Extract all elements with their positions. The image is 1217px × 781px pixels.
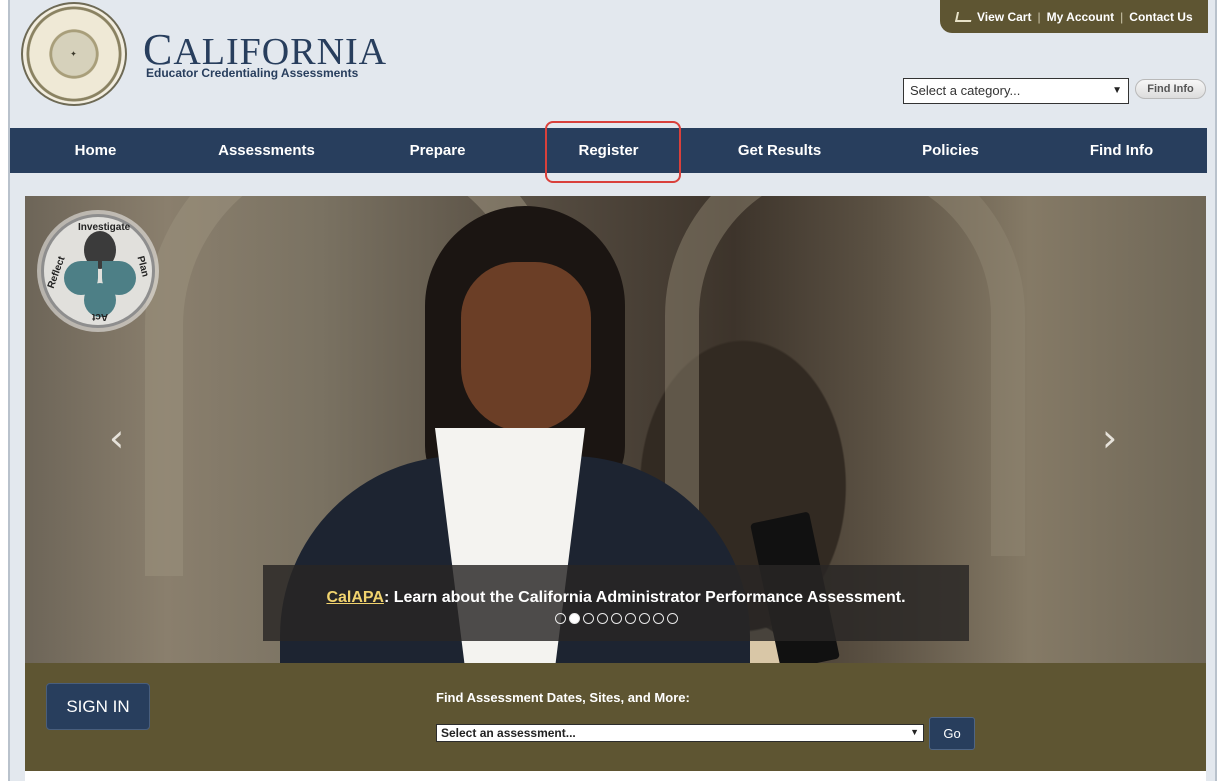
carousel-caption: CalAPA: Learn about the California Admin…: [263, 565, 969, 641]
assessment-select[interactable]: Select an assessment... ▼: [436, 724, 924, 742]
carousel-dot[interactable]: [624, 613, 636, 624]
carousel-dot[interactable]: [596, 613, 608, 624]
seal-emblem-icon: ✦: [70, 49, 78, 59]
nav-item-home[interactable]: Home: [10, 128, 181, 173]
cart-icon[interactable]: [954, 11, 974, 22]
assessment-select-value: Select an assessment...: [441, 726, 576, 740]
my-account-link[interactable]: My Account: [1047, 10, 1115, 24]
carousel-next-icon[interactable]: ›: [1102, 416, 1117, 460]
nav-item-prepare[interactable]: Prepare: [352, 128, 523, 173]
register-highlight-outline: [545, 121, 681, 183]
site-subtitle: Educator Credentialing Assessments: [146, 66, 359, 80]
separator: |: [1037, 9, 1041, 24]
hero-carousel: Investigate Plan Act Reflect ‹ › CalAPA:…: [25, 196, 1206, 663]
carousel-dot[interactable]: [666, 613, 678, 624]
assessment-finder-band: [25, 663, 1206, 771]
go-button[interactable]: Go: [929, 717, 975, 750]
category-select-value: Select a category...: [910, 83, 1021, 98]
carousel-dot[interactable]: [554, 613, 566, 624]
chevron-down-icon: ▼: [1112, 85, 1122, 96]
hero-photo-person: [461, 262, 591, 432]
calapa-link[interactable]: CalAPA: [326, 589, 384, 606]
carousel-dot[interactable]: [638, 613, 650, 624]
cycle-label-investigate: Investigate: [78, 222, 131, 233]
nav-item-assessments[interactable]: Assessments: [181, 128, 352, 173]
cycle-label-act: Act: [92, 311, 109, 322]
nav-item-get-results[interactable]: Get Results: [694, 128, 865, 173]
chevron-down-icon: ▼: [910, 727, 919, 737]
carousel-dot[interactable]: [582, 613, 594, 624]
separator: |: [1120, 9, 1124, 24]
utility-bar: View Cart | My Account | Contact Us: [940, 0, 1208, 33]
carousel-dot[interactable]: [652, 613, 664, 624]
contact-us-link[interactable]: Contact Us: [1129, 10, 1192, 24]
view-cart-link[interactable]: View Cart: [977, 10, 1031, 24]
find-info-button[interactable]: Find Info: [1135, 79, 1206, 99]
cycle-label-plan: Plan: [134, 254, 151, 279]
find-assessment-label: Find Assessment Dates, Sites, and More:: [436, 690, 690, 705]
carousel-dot[interactable]: [610, 613, 622, 624]
carousel-dot-active[interactable]: [568, 613, 580, 624]
carousel-prev-icon[interactable]: ‹: [109, 416, 124, 460]
hero-photo-arch: [665, 196, 1025, 556]
nav-item-policies[interactable]: Policies: [865, 128, 1036, 173]
cycle-logo-icon: Investigate Plan Act Reflect: [41, 214, 155, 328]
carousel-dots: [263, 613, 969, 624]
caption-text: : Learn about the California Administrat…: [383, 589, 906, 606]
nav-item-find-info[interactable]: Find Info: [1036, 128, 1207, 173]
sign-in-button[interactable]: SIGN IN: [46, 683, 150, 730]
commission-seal: ✦: [21, 2, 127, 106]
category-select[interactable]: Select a category... ▼: [903, 78, 1129, 104]
page-bottom-strip: [25, 771, 1206, 781]
